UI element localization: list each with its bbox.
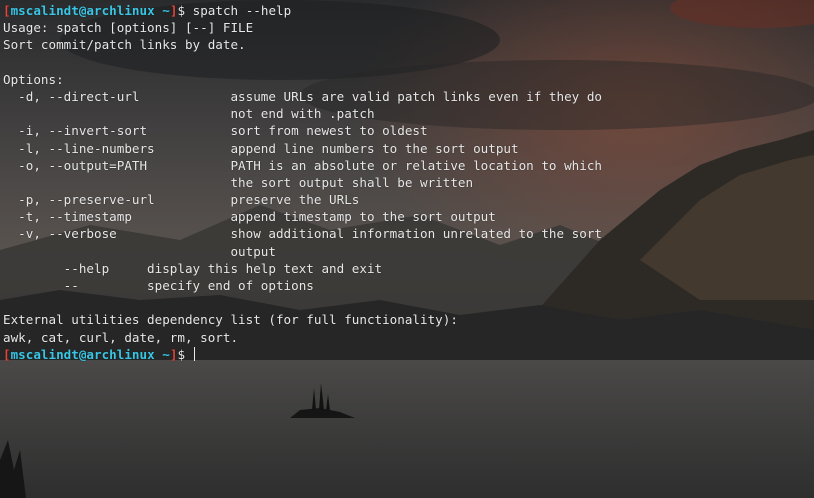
- output-line: --help display this help text and exit: [3, 260, 383, 276]
- text-cursor[interactable]: [194, 346, 196, 361]
- prompt-user-host: mscalindt@archlinux: [10, 3, 155, 18]
- output-line: Sort commit/patch links by date.: [3, 37, 246, 53]
- output-line: -i, --invert-sort sort from newest to ol…: [3, 123, 428, 139]
- output-line: External utilities dependency list (for …: [3, 312, 458, 328]
- output-line: -v, --verbose show additional informatio…: [3, 226, 602, 242]
- output-line: Options:: [3, 71, 64, 87]
- command-line: [mscalindt@archlinux ~]$ spatch --help: [3, 2, 814, 19]
- output-line: -p, --preserve-url preserve the URLs: [3, 192, 360, 208]
- output-line: -t, --timestamp append timestamp to the …: [3, 209, 496, 225]
- terminal-output: [mscalindt@archlinux ~]$ spatch --help Usa…: [3, 2, 814, 363]
- prompt-path: ~: [162, 346, 170, 362]
- output-line: -- specify end of options: [3, 278, 314, 293]
- output-line: Usage: spatch [options] [--] FILE: [3, 20, 254, 36]
- active-prompt-line[interactable]: [mscalindt@archlinux ~]$: [3, 346, 814, 363]
- prompt-dollar: $: [177, 3, 186, 18]
- output-line: output: [3, 243, 276, 259]
- terminal-window[interactable]: [mscalindt@archlinux ~]$ spatch --help Usa…: [0, 0, 814, 498]
- prompt-path: ~: [162, 3, 170, 18]
- output-line: not end with .patch: [3, 106, 375, 122]
- output-line: awk, cat, curl, date, rm, sort.: [3, 329, 239, 345]
- output-line: -d, --direct-url assume URLs are valid p…: [3, 88, 602, 104]
- output-line: -l, --line-numbers append line numbers t…: [3, 140, 519, 156]
- output-line: the sort output shall be written: [3, 174, 474, 190]
- output-line: -o, --output=PATH PATH is an absolute or…: [3, 157, 602, 173]
- prompt-dollar: $: [177, 346, 186, 362]
- prompt-open-bracket: [: [3, 3, 11, 18]
- command-text: spatch --help: [192, 3, 292, 18]
- prompt-user-host: mscalindt@archlinux: [10, 346, 155, 362]
- prompt-open-bracket: [: [3, 346, 11, 362]
